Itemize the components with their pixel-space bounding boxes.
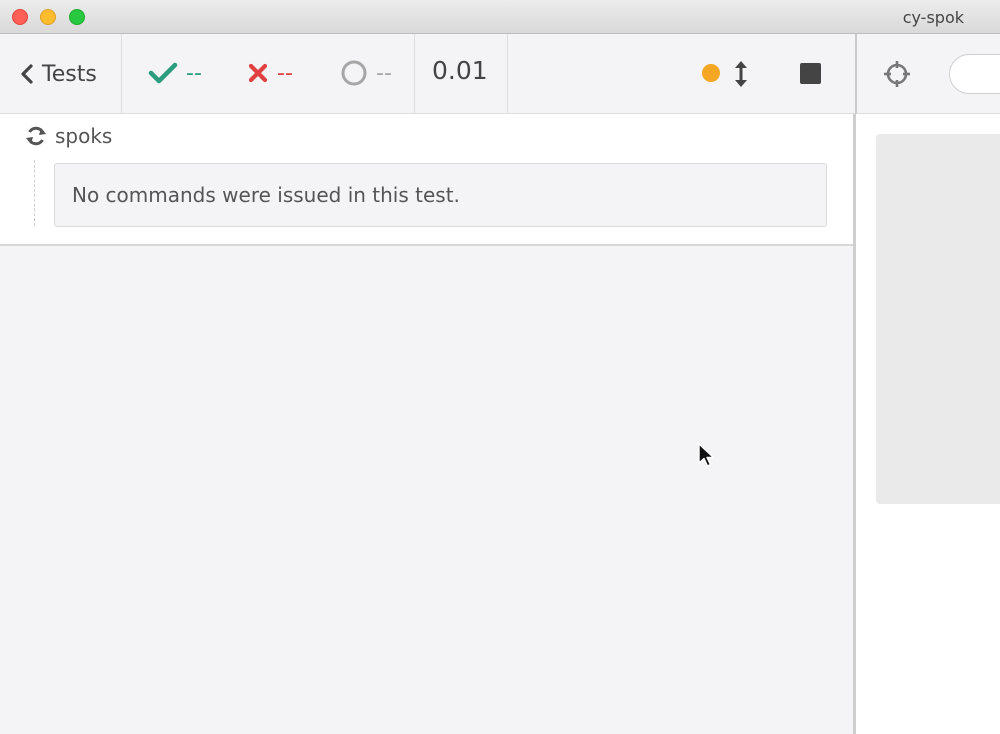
back-button-label: Tests: [42, 61, 97, 87]
aut-toolbar: [855, 34, 1000, 114]
check-icon: [148, 62, 178, 84]
autoscroll-icon: [735, 61, 747, 87]
test-title[interactable]: spoks: [25, 124, 112, 148]
aut-preview-area: [856, 114, 1000, 734]
chevron-left-icon: [21, 64, 33, 84]
window-titlebar: cy-spok: [0, 0, 1000, 34]
crosshair-icon: [884, 61, 910, 87]
window-title: cy-spok: [902, 8, 964, 27]
window-maximize-button[interactable]: [69, 9, 85, 25]
header-divider: [507, 34, 508, 114]
aut-iframe[interactable]: [876, 134, 1000, 504]
window-close-button[interactable]: [12, 9, 28, 25]
test-runnable: spoks No commands were issued in this te…: [0, 114, 855, 246]
x-icon: [248, 63, 268, 83]
duration: 0.01: [432, 56, 488, 85]
autoscroll-button[interactable]: [733, 60, 749, 92]
pending-count: --: [340, 58, 392, 88]
test-title-label: spoks: [55, 124, 113, 148]
header-divider: [121, 34, 122, 114]
mouse-cursor-icon: [698, 443, 715, 467]
circle-pending-icon: [341, 60, 367, 86]
stop-icon[interactable]: [800, 63, 821, 84]
reporter-header: Tests -- -- -- 0.01: [0, 34, 855, 114]
pending-count-value: --: [376, 60, 392, 86]
failed-count-value: --: [277, 60, 293, 86]
selector-playground-button[interactable]: [883, 60, 911, 92]
header-divider: [414, 34, 415, 114]
passed-count-value: --: [186, 60, 202, 86]
indent-guide: [34, 160, 35, 226]
window-minimize-button[interactable]: [40, 9, 56, 25]
running-status-dot: [702, 64, 720, 82]
passed-count: --: [148, 58, 202, 88]
url-input[interactable]: [949, 54, 1000, 94]
refresh-icon: [26, 126, 46, 146]
reporter-empty-area: [0, 246, 855, 734]
back-to-tests-button[interactable]: Tests: [20, 56, 97, 92]
failed-count: --: [247, 58, 293, 88]
no-commands-message: No commands were issued in this test.: [54, 163, 827, 227]
